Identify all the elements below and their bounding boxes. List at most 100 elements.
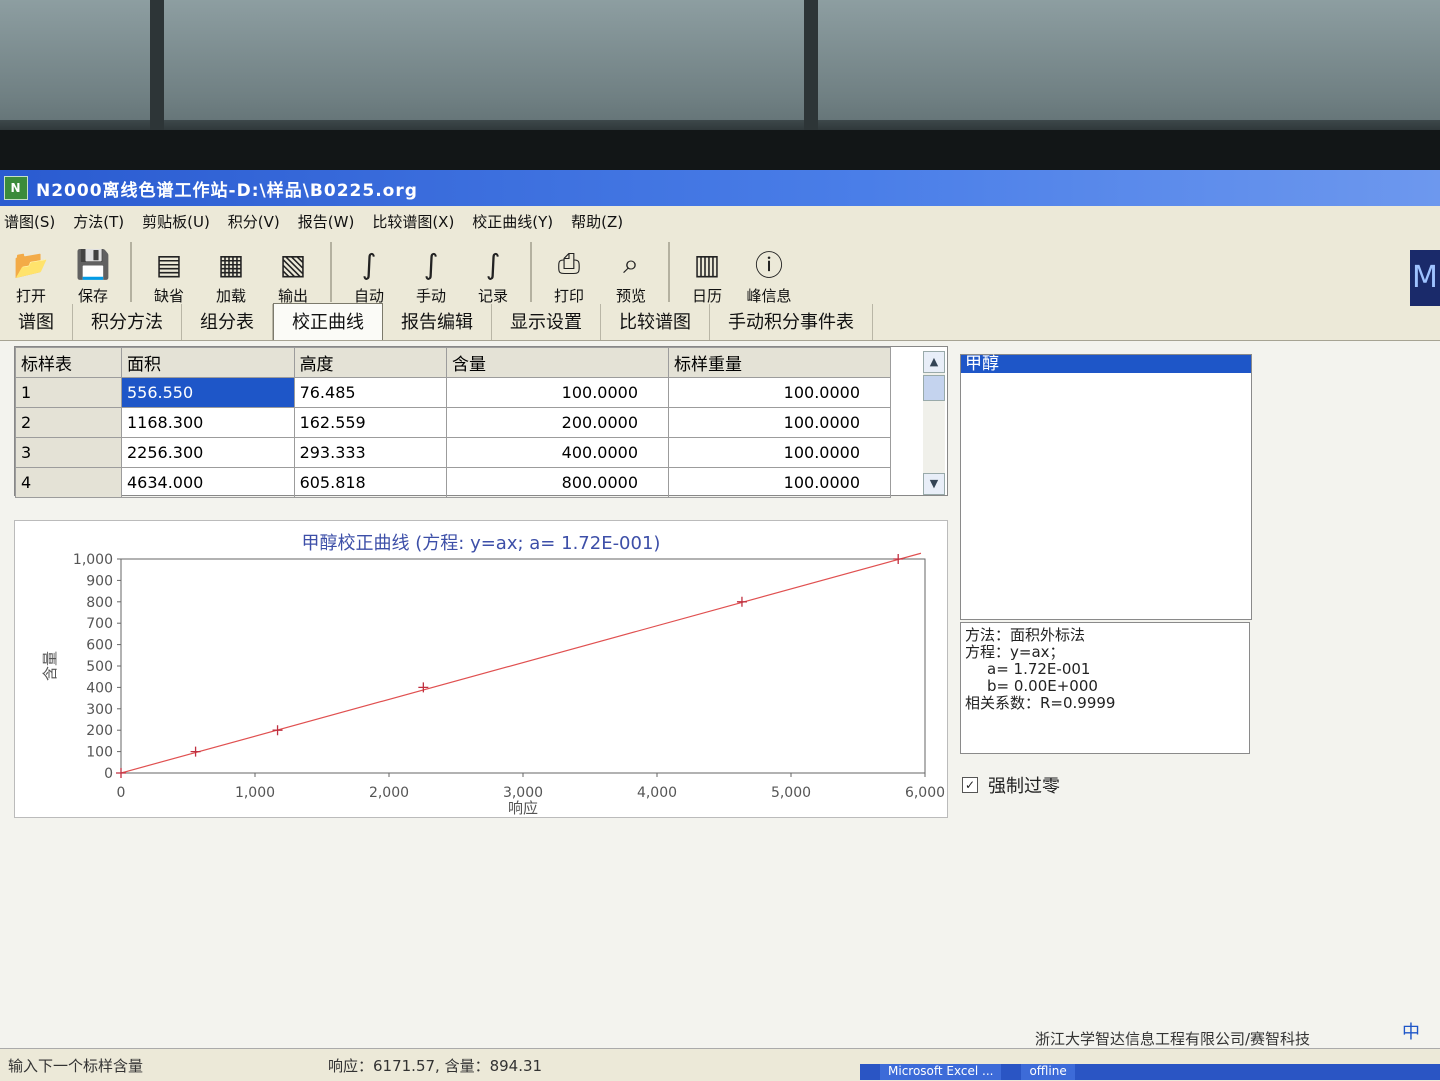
toolbar-button-label: 缺省 (153, 287, 184, 305)
open-folder-icon: 📂 (13, 247, 49, 281)
menu-bar: 谱图(S) 方法(T) 剪贴板(U) 积分(V) 报告(W) 比较谱图(X) 校正曲线(Y)… (0, 206, 1440, 236)
taskbar-item[interactable]: offline (1021, 1064, 1075, 1080)
tab-strip: 谱图 积分方法 组分表 校正曲线 报告编辑 显示设置 比较谱图 手动积分事件表 (0, 303, 1440, 341)
table-row[interactable]: 1 556.550 76.485 100.0000 100.0000 (15, 377, 891, 408)
tab[interactable]: 谱图 (0, 304, 73, 340)
menu-item[interactable]: 比较谱图(X) (368, 211, 468, 232)
manual-integrate-icon: ∫ (423, 247, 439, 281)
table-cell[interactable]: 293.333 (293, 437, 448, 468)
table-cell[interactable]: 1168.300 (121, 407, 295, 438)
toolbar-button[interactable]: ▧ 输出 (262, 240, 324, 306)
status-response: 响应：6171.57, 含量：894.31 (328, 1056, 543, 1075)
table-cell[interactable]: 400.0000 (446, 437, 669, 468)
menu-item[interactable]: 报告(W) (294, 211, 369, 232)
toolbar-button-label: 预览 (615, 287, 646, 305)
y-tick-label: 800 (86, 595, 113, 611)
app-icon: N (4, 176, 28, 200)
column-header[interactable]: 高度 (293, 347, 448, 378)
y-tick-label: 500 (86, 659, 113, 675)
column-header[interactable]: 标样表 (15, 347, 122, 378)
table-cell[interactable]: 556.550 (121, 377, 295, 408)
component-list[interactable]: 甲醇 (960, 354, 1252, 620)
tab[interactable]: 比较谱图 (601, 304, 710, 340)
ime-indicator[interactable]: 中 (1402, 1018, 1420, 1044)
table-row[interactable]: 3 2256.300 293.333 400.0000 100.0000 (15, 437, 891, 468)
toolbar-button[interactable]: 💾 保存 (62, 240, 124, 306)
coef-a-text: a= 1.72E-001 (987, 660, 1091, 678)
tab[interactable]: 手动积分事件表 (710, 304, 873, 340)
taskbar-item[interactable]: Microsoft Excel ... (880, 1064, 1002, 1080)
export-icon: ▧ (279, 247, 307, 281)
table-cell[interactable]: 100.0000 (668, 377, 891, 408)
tab[interactable]: 校正曲线 (273, 303, 383, 340)
title-bar: N N2000离线色谱工作站-D:\样品\B0225.org (0, 170, 1440, 206)
menu-item[interactable]: 方法(T) (69, 211, 138, 232)
toolbar-button-label: 峰信息 (746, 287, 792, 305)
table-cell[interactable]: 4634.000 (121, 467, 295, 498)
force-zero-option[interactable]: ✓ 强制过零 (962, 772, 1060, 798)
menu-item[interactable]: 剪贴板(U) (138, 211, 224, 232)
menu-item[interactable]: 积分(V) (224, 211, 294, 232)
table-cell[interactable]: 100.0000 (668, 407, 891, 438)
row-number[interactable]: 2 (15, 407, 122, 438)
table-cell[interactable]: 200.0000 (446, 407, 669, 438)
x-tick-label: 5,000 (771, 785, 811, 801)
force-zero-checkbox[interactable]: ✓ (962, 777, 978, 793)
tab[interactable]: 报告编辑 (383, 304, 492, 340)
table-cell[interactable]: 100.0000 (668, 437, 891, 468)
table-cell[interactable]: 2256.300 (121, 437, 295, 468)
x-tick-label: 4,000 (637, 785, 677, 801)
calibration-info: 方法：面积外标法 方程：y=ax； a= 1.72E-001 b= 0.00E+… (960, 622, 1250, 754)
toolbar-button[interactable]: ▤ 缺省 (138, 240, 200, 306)
tab[interactable]: 组分表 (182, 304, 273, 340)
scroll-thumb[interactable] (923, 375, 945, 401)
toolbar-button[interactable]: ∫ 自动 (338, 240, 400, 306)
table-cell[interactable]: 605.818 (293, 467, 448, 498)
toolbar-button[interactable]: ⓘ 峰信息 (738, 240, 800, 306)
menu-item[interactable]: 校正曲线(Y) (468, 211, 567, 232)
table-row[interactable]: 4 4634.000 605.818 800.0000 100.0000 (15, 467, 891, 498)
table-cell[interactable]: 800.0000 (446, 467, 669, 498)
x-tick-label: 2,000 (369, 785, 409, 801)
toolbar-button-label: 手动 (415, 287, 446, 305)
row-number[interactable]: 3 (15, 437, 122, 468)
row-number[interactable]: 4 (15, 467, 122, 498)
toolbar-button[interactable]: ∫ 手动 (400, 240, 462, 306)
equation-text: 方程：y=ax； (965, 643, 1065, 661)
component-item[interactable]: 甲醇 (961, 355, 1251, 373)
toolbar-button[interactable]: ⌕ 预览 (600, 240, 662, 306)
column-header[interactable]: 面积 (121, 347, 295, 378)
toolbar-button-label: 日历 (691, 287, 722, 305)
table-scrollbar[interactable]: ▲ ▼ (923, 351, 945, 495)
y-tick-label: 0 (104, 766, 113, 782)
standard-sample-table: 标样表 面积 高度 含量 标样重量 1 556.550 76.485 100.0000 100.… (14, 346, 948, 498)
column-header[interactable]: 标样重量 (668, 347, 891, 378)
toolbar-button[interactable]: ∫ 记录 (462, 240, 524, 306)
table-row[interactable]: 2 1168.300 162.559 200.0000 100.0000 (15, 407, 891, 438)
column-header[interactable]: 含量 (446, 347, 669, 378)
menu-item[interactable]: 谱图(S) (0, 211, 69, 232)
tab[interactable]: 显示设置 (492, 304, 601, 340)
company-text: 浙江大学智达信息工程有限公司/赛智科技 (1034, 1030, 1310, 1048)
toolbar-button[interactable]: 📂 打开 (0, 240, 62, 306)
toolbar-button[interactable]: ▥ 日历 (676, 240, 738, 306)
table-cell[interactable]: 162.559 (293, 407, 448, 438)
method-text: 方法：面积外标法 (965, 626, 1086, 644)
toolbar-separator (330, 242, 332, 302)
table-cell[interactable]: 100.0000 (668, 467, 891, 498)
y-tick-label: 1,000 (73, 552, 113, 568)
calendar-icon: ▥ (693, 247, 721, 281)
y-tick-label: 100 (86, 745, 113, 761)
row-number[interactable]: 1 (15, 377, 122, 408)
scroll-up-icon[interactable]: ▲ (923, 351, 945, 373)
scroll-down-icon[interactable]: ▼ (923, 473, 945, 495)
info-icon: ⓘ (754, 249, 783, 282)
tab[interactable]: 积分方法 (73, 304, 182, 340)
table-cell[interactable]: 100.0000 (446, 377, 669, 408)
x-tick-label: 1,000 (235, 785, 275, 801)
menu-item[interactable]: 帮助(Z) (567, 211, 637, 232)
save-icon: 💾 (75, 247, 111, 281)
toolbar-button[interactable]: ▦ 加载 (200, 240, 262, 306)
toolbar-button[interactable]: ⎙ 打印 (538, 240, 600, 306)
table-cell[interactable]: 76.485 (293, 377, 448, 408)
